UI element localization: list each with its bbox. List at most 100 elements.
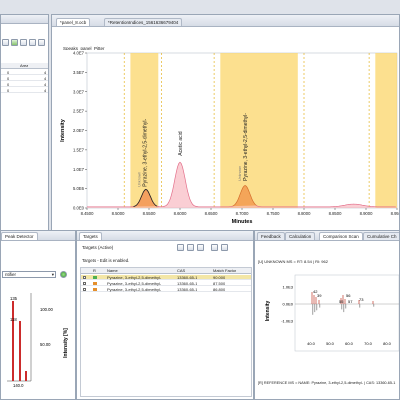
y-tick-label: 1.5E7	[73, 147, 85, 152]
spectrum-chart: 100.00 50.00 Intensity [%] 135 118 140.0	[7, 293, 69, 388]
peak-mz-label: 55	[339, 299, 344, 304]
toolbar-button-1[interactable]	[2, 39, 9, 46]
peak-sublabel: Unknown	[138, 172, 142, 187]
x-tick-label: 70.0	[364, 341, 373, 346]
x-tick-label: 8.9500	[391, 211, 400, 216]
tab-panel-file[interactable]: *panel_8.ocb	[56, 18, 91, 26]
tab-feedback-label: Feedback	[261, 234, 281, 239]
y-tick-label: 3.0E7	[73, 89, 85, 94]
table-row[interactable]: Pyrazine, 3-ethyl-2,5-dimethyl- 13360-65-…	[81, 281, 251, 286]
peak-label: Pyrazine, 3-ethyl-2,5-dimethyl-	[243, 113, 249, 181]
table-row[interactable]: 04	[1, 70, 48, 75]
x-tick-label: 8.7500	[267, 211, 280, 216]
target-export-button[interactable]	[221, 244, 228, 251]
y-tick-label: 1.0E3	[283, 285, 294, 290]
col-cas[interactable]: CAS	[177, 268, 185, 273]
tab-calculation-label: Calculation	[289, 234, 312, 239]
table-row[interactable]: 04	[1, 76, 48, 81]
peak-sublabel: Unknown	[238, 166, 242, 181]
comparison-footer: [R] REFERENCE MS = NAME: Pyrazine, 3-eth…	[258, 381, 396, 385]
y-axis-label: Intensity	[60, 118, 66, 142]
identifier-select-value: ntifier	[5, 272, 17, 277]
axis-label-top: 100.00	[40, 307, 53, 312]
tab-targets[interactable]: Targets	[79, 232, 102, 240]
table-row[interactable]: Pyrazine, 3-ethyl-2,5-dimethyl- 13360-65-…	[81, 287, 251, 292]
y-tick-label: 0.0E0	[73, 206, 85, 211]
table-cell: 0	[7, 70, 10, 75]
row-checkbox[interactable]	[83, 288, 86, 291]
status-icon	[93, 276, 97, 279]
col-match-factor[interactable]: Match Factor	[213, 268, 236, 273]
peak-list-tabbar	[1, 15, 48, 24]
targets-status: Targets - Edit is enabled.	[82, 258, 130, 263]
peak-mz-label: 56	[346, 293, 351, 298]
retention-window	[375, 53, 397, 208]
toolbar-button-3[interactable]	[20, 39, 27, 46]
col-header-area[interactable]: Area	[20, 63, 28, 68]
x-tick-label: 8.9000	[360, 211, 373, 216]
table-cell: 4	[44, 82, 47, 87]
table-cell: 4	[44, 70, 47, 75]
table-row[interactable]: Pyrazine, 3-ethyl-2,5-dimethyl- 13360-65-…	[81, 275, 251, 280]
spectrum-bar	[19, 321, 21, 381]
identifier-select[interactable]: ntifier ▾	[2, 271, 56, 278]
x-tick-label: 8.8500	[329, 211, 342, 216]
comparison-panel: Feedback Calculation Comparison Scan Cum…	[254, 230, 400, 400]
target-name: Pyrazine, 3-ethyl-2,5-dimethyl-	[107, 287, 162, 292]
peak-label: Acetic acid	[178, 131, 184, 155]
y-tick-label: 0.0E0	[283, 302, 294, 307]
targets-title: Targets (Active)	[82, 245, 114, 250]
target-match: 86.800	[213, 287, 226, 292]
tab-retention-indices[interactable]: *RetentionIndices_1561636679404	[104, 18, 183, 26]
x-tick-label: 60.0	[345, 341, 354, 346]
tab-cumulative[interactable]: Cumulative Ch	[363, 232, 399, 240]
peak-mz-label: 57	[348, 299, 353, 304]
tab-comparison-label: Comparison Scan	[323, 234, 359, 239]
comparison-tabbar: Feedback Calculation Comparison Scan Cum…	[255, 231, 399, 241]
plot-frame	[294, 274, 399, 352]
mz-label: 118	[10, 317, 17, 322]
spectrum-bar	[12, 301, 14, 381]
x-tick-label: 8.5000	[112, 211, 125, 216]
row-checkbox[interactable]	[83, 276, 86, 279]
target-name: Pyrazine, 3-ethyl-2,5-dimethyl-	[107, 281, 162, 286]
x-tick-label: 8.7000	[236, 211, 249, 216]
targets-tabbar: Targets	[77, 231, 253, 241]
table-row[interactable]: 04	[1, 88, 48, 93]
row-checkbox[interactable]	[83, 282, 86, 285]
peak-mz-label: 73	[359, 297, 364, 302]
col-name[interactable]: Name	[107, 268, 118, 273]
mz-label: 135	[10, 296, 18, 301]
tab-comparison-scan[interactable]: Comparison Scan	[319, 232, 363, 240]
target-delete-button[interactable]	[197, 244, 204, 251]
y-tick-label: 4.0E7	[73, 51, 85, 56]
target-settings-button[interactable]	[211, 244, 218, 251]
tab-calculation[interactable]: Calculation	[285, 232, 316, 240]
col-r[interactable]: R	[93, 268, 96, 273]
y-tick-label: 3.5E7	[73, 70, 85, 75]
retention-window	[220, 53, 298, 208]
peak-label: Pyrazine, 3-ethyl-2,5-dimethyl-	[143, 119, 149, 187]
run-button[interactable]	[60, 271, 67, 278]
chromatogram-chart[interactable]: 0.0E0 5.0E6 1.0E7 1.5E7 2.0E7 2.5E7 3.0E7 3.5E7…	[52, 50, 400, 225]
table-row[interactable]: 04	[1, 82, 48, 87]
target-edit-button[interactable]	[187, 244, 194, 251]
target-add-button[interactable]	[177, 244, 184, 251]
peak-list-header: Area	[1, 63, 48, 69]
y-tick-label: 5.0E6	[73, 186, 85, 191]
y-tick-label: 1.0E7	[73, 167, 85, 172]
tab-feedback[interactable]: Feedback	[257, 232, 285, 240]
tab-cumulative-label: Cumulative Ch	[367, 234, 397, 239]
x-tick-label: 8.5500	[143, 211, 156, 216]
chevron-down-icon: ▾	[51, 272, 54, 277]
toolbar-button-2[interactable]	[11, 39, 18, 46]
toolbar-button-5[interactable]	[38, 39, 45, 46]
table-cell: 4	[44, 88, 47, 93]
target-match: 90.000	[213, 275, 226, 280]
toolbar-button-4[interactable]	[29, 39, 36, 46]
x-tick-label: 8.4500	[81, 211, 94, 216]
target-cas: 13360-65-1	[177, 275, 198, 280]
chromatogram-editor: *panel_8.ocb *RetentionIndices_156163667…	[51, 14, 400, 232]
tab-peak-detector[interactable]: Peak Detector	[1, 232, 38, 240]
tab-label-panel: *panel_8.ocb	[60, 20, 87, 25]
